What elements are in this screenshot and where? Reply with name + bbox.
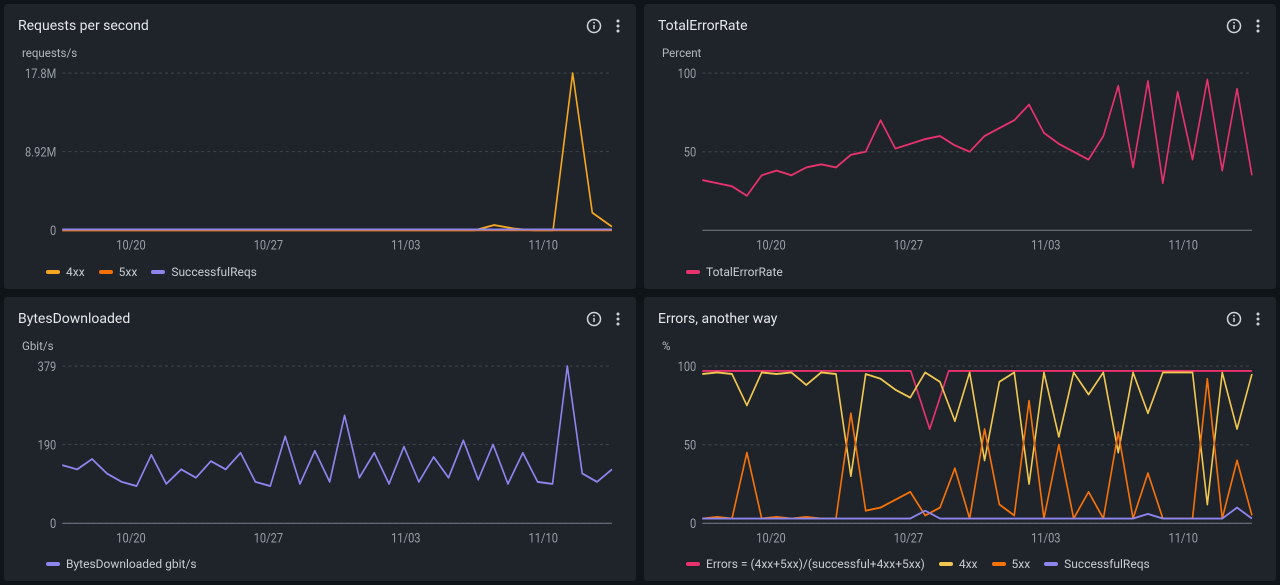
legend-label: 5xx [119,265,138,279]
svg-text:100: 100 [678,66,697,81]
legend-label: Errors = (4xx+5xx)/(successful+4xx+5xx) [706,557,925,571]
legend-swatch [939,562,953,566]
legend: 4xx 5xx SuccessfulReqs [18,265,622,279]
legend-label: 5xx [1012,557,1031,571]
panel-3: Errors, another way% 0 50 100 10/20 10/27 11/0… [644,297,1276,582]
legend-item[interactable]: BytesDownloaded gbit/s [46,557,197,571]
svg-text:50: 50 [684,437,697,452]
legend-label: BytesDownloaded gbit/s [66,557,197,571]
panel-header: Errors, another way [658,309,1262,329]
info-icon[interactable] [584,16,604,36]
legend-item[interactable]: Errors = (4xx+5xx)/(successful+4xx+5xx) [686,557,925,571]
panel-title: Errors, another way [658,311,777,327]
svg-text:11/10: 11/10 [1169,530,1199,545]
panel-menu-icon[interactable] [614,309,622,329]
legend-swatch [992,562,1006,566]
legend: BytesDownloaded gbit/s [18,557,622,571]
legend-item[interactable]: 5xx [992,557,1031,571]
info-icon[interactable] [1224,16,1244,36]
y-axis-label: Gbit/s [22,339,622,353]
legend-item[interactable]: SuccessfulReqs [1044,557,1150,571]
chart-plot[interactable]: 0 190 379 10/20 10/27 11/03 11/10 [18,359,622,550]
legend-item[interactable]: SuccessfulReqs [151,265,257,279]
svg-text:100: 100 [678,359,697,374]
legend-label: TotalErrorRate [706,265,783,279]
chart-plot[interactable]: 0 50 100 10/20 10/27 11/03 11/10 [658,359,1262,550]
svg-text:10/20: 10/20 [116,530,146,545]
svg-text:11/03: 11/03 [391,237,421,252]
panel-title: Requests per second [18,18,149,34]
svg-text:11/03: 11/03 [391,530,421,545]
panel-menu-icon[interactable] [1254,309,1262,329]
y-axis-label: requests/s [22,46,622,60]
info-icon[interactable] [1224,309,1244,329]
svg-text:11/03: 11/03 [1031,237,1061,252]
legend-label: 4xx [959,557,978,571]
legend: Errors = (4xx+5xx)/(successful+4xx+5xx) 4… [658,557,1262,571]
legend-swatch [46,270,60,274]
legend-item[interactable]: 4xx [46,265,85,279]
legend-swatch [99,270,113,274]
panel-menu-icon[interactable] [1254,16,1262,36]
legend-swatch [686,562,700,566]
legend-label: 4xx [66,265,85,279]
svg-text:0: 0 [50,516,56,531]
svg-text:10/20: 10/20 [756,530,786,545]
svg-text:0: 0 [690,516,696,531]
svg-text:17.8M: 17.8M [25,66,56,81]
svg-text:10/27: 10/27 [894,237,924,252]
svg-text:10/27: 10/27 [254,530,284,545]
svg-text:379: 379 [38,359,57,374]
svg-text:50: 50 [684,145,697,160]
svg-text:11/10: 11/10 [529,237,559,252]
panel-header: Requests per second [18,16,622,36]
panel-1: TotalErrorRate Percent 50 100 10/20 10/27 11/0… [644,4,1276,289]
svg-text:8.92M: 8.92M [25,144,56,159]
panel-0: Requests per second requests/s 0 8.92M 17.8M… [4,4,636,289]
legend-item[interactable]: 4xx [939,557,978,571]
panel-title: BytesDownloaded [18,311,130,327]
legend-swatch [46,562,60,566]
legend-swatch [686,270,700,274]
legend-label: SuccessfulReqs [1064,557,1150,571]
panel-icon-group [584,309,622,329]
chart-plot[interactable]: 0 8.92M 17.8M 10/20 10/27 11/03 11/10 [18,66,622,257]
panel-title: TotalErrorRate [658,18,748,34]
svg-text:0: 0 [50,223,56,238]
panel-icon-group [1224,16,1262,36]
legend-item[interactable]: TotalErrorRate [686,265,783,279]
svg-text:10/27: 10/27 [894,530,924,545]
svg-text:190: 190 [38,437,57,452]
panel-icon-group [584,16,622,36]
legend: TotalErrorRate [658,265,1262,279]
panel-2: BytesDownloaded Gbit/s 0 190 379 10/20 10/27 11… [4,297,636,582]
legend-item[interactable]: 5xx [99,265,138,279]
svg-text:10/20: 10/20 [116,237,146,252]
panel-menu-icon[interactable] [614,16,622,36]
legend-swatch [1044,562,1058,566]
info-icon[interactable] [584,309,604,329]
svg-text:11/03: 11/03 [1031,530,1061,545]
panel-icon-group [1224,309,1262,329]
svg-text:11/10: 11/10 [1169,237,1199,252]
svg-text:10/27: 10/27 [254,237,284,252]
chart-plot[interactable]: 50 100 10/20 10/27 11/03 11/10 [658,66,1262,257]
y-axis-label: % [662,339,1262,353]
y-axis-label: Percent [662,46,1262,60]
svg-text:10/20: 10/20 [756,237,786,252]
legend-label: SuccessfulReqs [171,265,257,279]
panel-header: BytesDownloaded [18,309,622,329]
legend-swatch [151,270,165,274]
svg-text:11/10: 11/10 [529,530,559,545]
panel-header: TotalErrorRate [658,16,1262,36]
